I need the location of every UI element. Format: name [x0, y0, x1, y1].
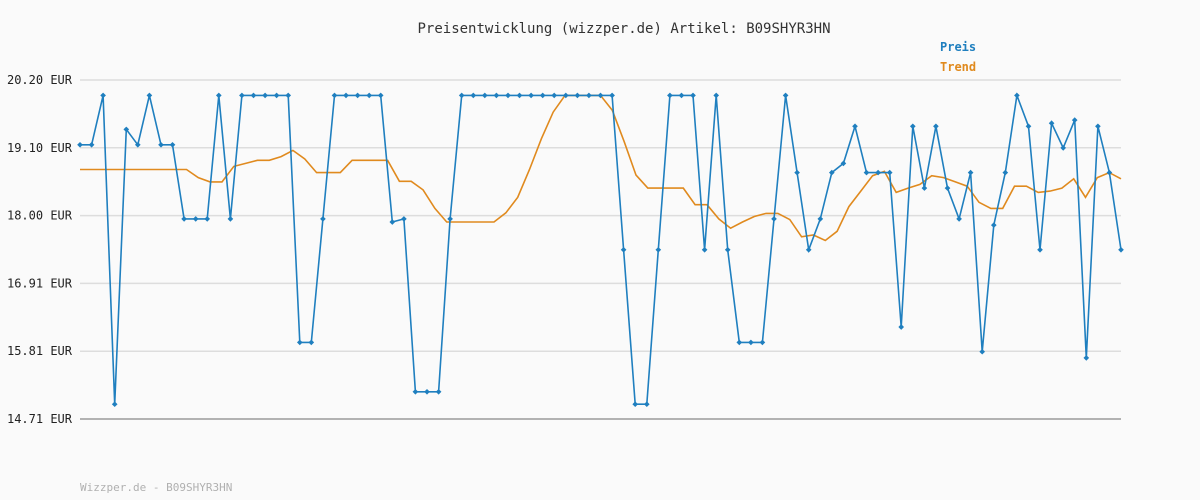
preis-point	[377, 92, 384, 99]
preis-point	[111, 401, 118, 408]
preis-point	[736, 339, 743, 346]
legend-preis: Preis	[940, 40, 976, 54]
preis-line	[80, 92, 1122, 406]
preis-point	[227, 216, 234, 222]
preis-point	[77, 141, 83, 148]
grid-lines	[80, 79, 1121, 352]
preis-point	[805, 246, 812, 253]
preis-point	[990, 222, 997, 228]
preis-point	[586, 92, 592, 99]
preis-point	[215, 92, 222, 99]
preis-point	[1083, 355, 1090, 361]
preis-point	[401, 216, 407, 222]
preis-point	[886, 169, 893, 176]
preis-point	[794, 169, 800, 176]
preis-point	[690, 92, 696, 99]
preis-point	[632, 401, 639, 408]
preis-point	[759, 339, 766, 346]
preis-point	[921, 185, 928, 191]
preis-point	[354, 92, 361, 99]
footer-source: Wizzper.de - B09SHYR3HN	[80, 481, 232, 494]
preis-point	[1118, 246, 1124, 253]
preis-point	[898, 324, 905, 330]
preis-point	[447, 216, 453, 222]
preis-point	[88, 141, 95, 148]
chart-title: Preisentwicklung (wizzper.de) Artikel: B…	[417, 21, 830, 37]
preis-point	[528, 92, 534, 99]
preis-point	[817, 216, 824, 222]
preis-point	[250, 92, 257, 99]
preis-point	[967, 169, 974, 176]
preis-point	[481, 92, 488, 99]
preis-point	[574, 92, 581, 99]
preis-point	[956, 216, 962, 222]
preis-point	[181, 216, 187, 222]
preis-point	[771, 216, 777, 222]
preis-point	[620, 246, 627, 253]
preis-point	[308, 339, 315, 346]
preis-point	[296, 339, 303, 346]
preis-point	[863, 169, 870, 176]
preis-point	[713, 92, 720, 99]
preis-point	[667, 92, 673, 99]
preis-point	[655, 246, 662, 253]
y-tick-label: 16.91 EUR	[7, 276, 73, 290]
preis-point	[320, 216, 326, 222]
preis-point	[239, 92, 245, 99]
price-chart: Preisentwicklung (wizzper.de) Artikel: B…	[7, 21, 1124, 494]
preis-point	[852, 123, 858, 130]
preis-point	[782, 92, 789, 99]
preis-point	[343, 92, 349, 99]
preis-point	[331, 92, 338, 99]
preis-point	[643, 401, 650, 408]
preis-point	[412, 388, 419, 395]
preis-point	[678, 92, 685, 99]
preis-point	[539, 92, 546, 99]
preis-point	[146, 92, 153, 99]
preis-point	[493, 92, 500, 99]
preis-point	[1037, 246, 1043, 253]
preis-point	[273, 92, 280, 99]
preis-point	[100, 92, 106, 99]
preis-point	[609, 92, 615, 99]
preis-point	[1014, 92, 1020, 99]
y-tick-label: 15.81 EUR	[7, 344, 73, 358]
preis-point	[1095, 123, 1101, 130]
preis-point	[1002, 169, 1009, 176]
preis-point	[1048, 120, 1055, 127]
preis-point	[366, 92, 373, 99]
series-group	[77, 92, 1124, 408]
preis-point	[1025, 123, 1032, 130]
preis-point	[262, 92, 268, 99]
preis-point	[933, 123, 939, 130]
legend-trend: Trend	[940, 60, 976, 74]
preis-point	[979, 348, 986, 355]
preis-point	[470, 92, 477, 99]
preis-point	[748, 339, 754, 346]
preis-point	[1071, 117, 1078, 123]
preis-point	[424, 388, 430, 395]
preis-point	[909, 123, 916, 130]
preis-point	[204, 216, 211, 222]
preis-point	[169, 141, 176, 148]
preis-point	[389, 219, 396, 225]
y-axis-ticks: 14.71 EUR 15.81 EUR 16.91 EUR 18.00 EUR 19.1…	[7, 73, 73, 426]
preis-point	[551, 92, 558, 99]
preis-point	[1060, 145, 1067, 151]
preis-point	[944, 185, 951, 191]
y-tick-label: 14.71 EUR	[7, 412, 73, 426]
trend-line	[80, 94, 1122, 242]
preis-point	[505, 92, 511, 99]
preis-point	[458, 92, 465, 99]
y-tick-label: 20.20 EUR	[7, 73, 73, 87]
preis-point	[158, 141, 164, 148]
y-tick-label: 19.10 EUR	[7, 141, 73, 155]
preis-point	[435, 388, 442, 395]
preis-point	[192, 216, 199, 222]
preis-point	[701, 246, 708, 253]
preis-point	[285, 92, 292, 99]
y-tick-label: 18.00 EUR	[7, 209, 73, 223]
preis-point	[724, 246, 731, 253]
preis-point	[516, 92, 523, 99]
